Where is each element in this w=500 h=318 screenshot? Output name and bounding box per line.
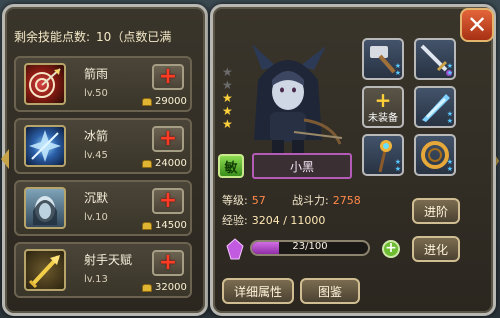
skill-level: lv.10 xyxy=(84,212,108,223)
unequipped-label: 未装备 xyxy=(368,112,398,124)
hero-class-badge: 敏 xyxy=(218,154,244,178)
hero-exp: 经验: 3204 / 11000 xyxy=(222,212,325,228)
equipment-stars-icon: ★ ★ xyxy=(446,158,453,173)
level-label: 等级: xyxy=(222,194,248,207)
skill-level: lv.13 xyxy=(84,274,108,285)
exp-label: 经验: xyxy=(222,214,248,227)
skill-points-label: 剩余技能点数: xyxy=(14,30,91,44)
equipment-slot-hammer[interactable]: ★ ★ xyxy=(362,38,404,80)
upgrade-skill-button[interactable]: + xyxy=(152,64,184,90)
skill-cost: 24000 xyxy=(142,158,187,169)
arrow-rain-skill-icon xyxy=(24,63,66,105)
equipment-slot-staff[interactable]: ★ ★ xyxy=(362,134,404,176)
hero-power: 战斗力: 2758 xyxy=(292,192,361,208)
skill-cost: 32000 xyxy=(142,282,187,293)
ice-shard-icon xyxy=(29,130,61,162)
skill-cost-value: 14500 xyxy=(155,220,187,231)
equipment-stars-icon: ★ ★ xyxy=(394,62,401,77)
hero-level: 等级: 57 xyxy=(222,192,266,208)
skill-cost: 14500 xyxy=(142,220,187,231)
skill-points-header: 剩余技能点数: 10（点数已满 xyxy=(14,28,171,45)
ice-arrow-skill-icon xyxy=(24,125,66,167)
golden-arrow-icon xyxy=(28,255,60,289)
skill-name: 箭雨 xyxy=(84,67,109,81)
skill-cost: 29000 xyxy=(142,96,187,107)
archer-talent-skill-icon xyxy=(24,249,66,291)
skill-name: 冰箭 xyxy=(84,129,109,143)
close-button[interactable]: ✕ xyxy=(460,8,494,42)
upgrade-skill-button[interactable]: + xyxy=(152,188,184,214)
hero-portrait xyxy=(252,44,343,154)
add-equipment-icon: + xyxy=(374,87,392,112)
equipment-slot-sword[interactable]: ★ ★ xyxy=(414,38,456,80)
skill-points-value: 10（点数已满 xyxy=(96,30,172,44)
plus-icon: + xyxy=(158,126,178,151)
previous-hero-arrow-icon[interactable] xyxy=(0,148,10,170)
power-label: 战斗力: xyxy=(292,194,329,207)
skill-level: lv.45 xyxy=(84,150,108,161)
soul-crystal-icon xyxy=(226,238,244,260)
hero-name[interactable]: 小黑 xyxy=(252,153,352,179)
skill-row-arrow-rain[interactable]: 箭雨 lv.50 + 29000 xyxy=(14,56,192,112)
target-arrow-icon xyxy=(29,68,61,98)
skill-name: 射手天赋 xyxy=(84,253,133,267)
silence-skill-icon xyxy=(24,187,66,229)
equipment-slot-ice-blade[interactable]: ★ ★ xyxy=(414,86,456,128)
codex-button[interactable]: 图鉴 xyxy=(300,278,360,304)
equipment-slot-empty[interactable]: + 未装备 xyxy=(362,86,404,128)
upgrade-skill-button[interactable]: + xyxy=(152,126,184,152)
shard-progress-text: 23/100 xyxy=(292,241,328,252)
hooded-face-icon xyxy=(33,196,57,225)
skill-cost-value: 32000 xyxy=(155,282,187,293)
advance-button[interactable]: 进阶 xyxy=(412,198,460,224)
plus-icon: + xyxy=(158,64,178,89)
equipment-stars-icon: ★ ★ xyxy=(446,110,453,125)
skill-row-silence[interactable]: 沉默 lv.10 + 14500 xyxy=(14,180,192,236)
gold-coin-icon xyxy=(142,97,152,106)
level-value: 57 xyxy=(251,194,266,207)
skill-cost-value: 24000 xyxy=(155,158,187,169)
plus-icon: + xyxy=(158,188,178,213)
gold-coin-icon xyxy=(142,283,152,292)
equipment-slot-ring[interactable]: ★ ★ xyxy=(414,134,456,176)
details-button[interactable]: 详细属性 xyxy=(222,278,294,304)
skill-row-archer-talent[interactable]: 射手天赋 lv.13 + 32000 xyxy=(14,242,192,298)
skill-name: 沉默 xyxy=(84,191,109,205)
plus-icon: + xyxy=(158,250,178,275)
upgrade-skill-button[interactable]: + xyxy=(152,250,184,276)
equipment-stars-icon: ★ ★ xyxy=(394,158,401,173)
skill-cost-value: 29000 xyxy=(155,96,187,107)
exp-value: 3204 / 11000 xyxy=(251,214,326,227)
skill-row-ice-arrow[interactable]: 冰箭 lv.45 + 24000 xyxy=(14,118,192,174)
evolve-button[interactable]: 进化 xyxy=(412,236,460,262)
add-shards-button[interactable]: + xyxy=(382,240,400,258)
skill-level: lv.50 xyxy=(84,88,108,99)
equipment-stars-icon: ★ ★ xyxy=(446,62,453,77)
power-value: 2758 xyxy=(332,194,361,207)
gold-coin-icon xyxy=(142,221,152,230)
gold-coin-icon xyxy=(142,159,152,168)
